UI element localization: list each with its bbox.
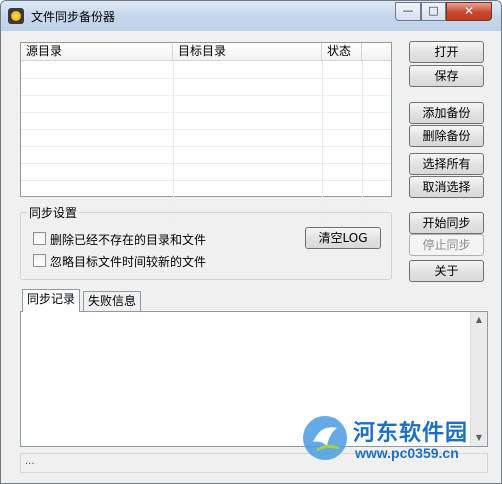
- maximize-button[interactable]: □: [421, 2, 446, 21]
- delete-missing-checkbox[interactable]: [33, 232, 46, 245]
- vertical-scrollbar[interactable]: ▲ ▼: [470, 312, 487, 446]
- window-title: 文件同步备份器: [31, 10, 116, 24]
- ignore-newer-label[interactable]: 忽略目标文件时间较新的文件: [50, 253, 206, 270]
- column-header-status[interactable]: 状态: [322, 43, 362, 61]
- column-header-target[interactable]: 目标目录: [173, 43, 322, 61]
- watermark-title: 河东软件园: [353, 420, 469, 446]
- scroll-up-arrow-icon[interactable]: ▲: [471, 312, 487, 328]
- save-button[interactable]: 保存: [409, 65, 484, 87]
- list-row[interactable]: [21, 164, 391, 181]
- list-header: 源目录 目标目录 状态: [21, 43, 391, 61]
- backup-list[interactable]: 源目录 目标目录 状态: [20, 42, 392, 223]
- list-row[interactable]: [21, 62, 391, 79]
- watermark-logo: [303, 416, 347, 460]
- sync-settings-label: 同步设置: [27, 204, 80, 221]
- list-row[interactable]: [21, 113, 391, 130]
- cancel-select-button[interactable]: 取消选择: [409, 176, 484, 198]
- close-button[interactable]: ✕: [446, 2, 492, 21]
- list-row[interactable]: [21, 147, 391, 164]
- about-button[interactable]: 关于: [409, 260, 484, 282]
- app-icon: [8, 8, 24, 24]
- tab-sync-log[interactable]: 同步记录: [22, 289, 81, 312]
- list-row[interactable]: [21, 130, 391, 147]
- title-bar[interactable]: 文件同步备份器 — □ ✕: [1, 1, 501, 31]
- select-all-button[interactable]: 选择所有: [409, 153, 484, 175]
- clear-log-button[interactable]: 清空LOG: [305, 227, 381, 249]
- tab-failed-info[interactable]: 失败信息: [83, 291, 142, 311]
- stop-sync-button[interactable]: 停止同步: [409, 234, 484, 256]
- delete-missing-label[interactable]: 删除已经不存在的目录和文件: [50, 231, 206, 248]
- open-button[interactable]: 打开: [409, 41, 484, 63]
- list-row[interactable]: [21, 96, 391, 113]
- minimize-button[interactable]: —: [395, 2, 421, 21]
- column-header-source[interactable]: 源目录: [21, 43, 173, 61]
- list-row[interactable]: [21, 79, 391, 96]
- app-window: 文件同步备份器 — □ ✕ 源目录 目标目录 状态 打开 保存 添加备份 删除备…: [0, 0, 502, 484]
- start-sync-button[interactable]: 开始同步: [409, 212, 484, 234]
- add-backup-button[interactable]: 添加备份: [409, 102, 484, 124]
- status-text: ...: [25, 456, 35, 467]
- ignore-newer-checkbox[interactable]: [33, 254, 46, 267]
- watermark-url: www.pc0359.cn: [355, 445, 459, 461]
- delete-backup-button[interactable]: 删除备份: [409, 125, 484, 147]
- scroll-down-arrow-icon[interactable]: ▼: [471, 430, 487, 446]
